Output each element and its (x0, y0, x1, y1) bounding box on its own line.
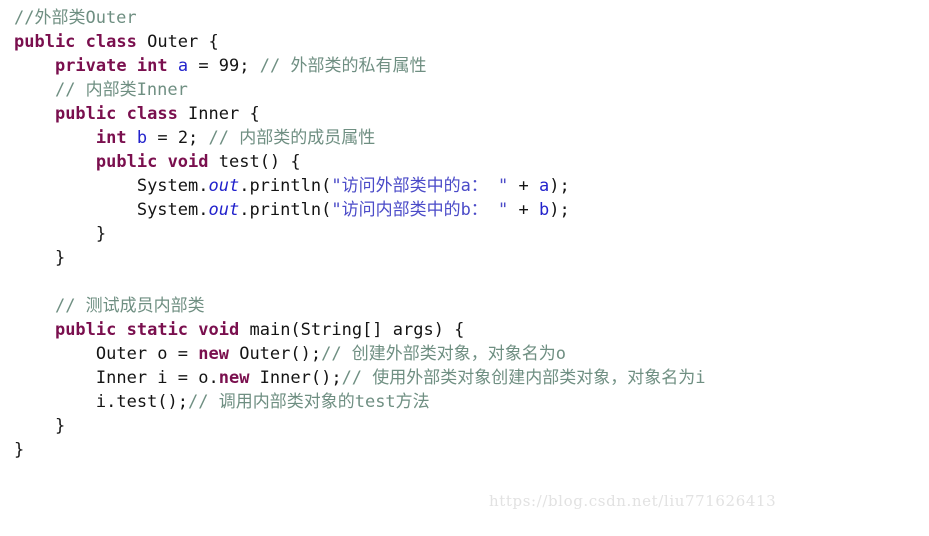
code-token-plain: } (95, 224, 107, 244)
code-line: } (14, 246, 706, 270)
code-token-kw: private (54, 56, 127, 76)
code-line: int b = 2; // 内部类的成员属性 (14, 126, 706, 150)
code-token-kw: void (167, 152, 209, 172)
code-line: } (14, 222, 706, 246)
code-line: System.out.println("访问外部类中的a： " + a); (14, 174, 706, 198)
code-line: public static void main(String[] args) { (14, 318, 706, 342)
code-line: } (14, 414, 706, 438)
code-line: //外部类Outer (14, 6, 706, 30)
code-token-plain: = 2; (147, 128, 209, 148)
code-token-plain: } (54, 248, 66, 268)
code-token-cmt: // 使用外部类对象创建内部类对象，对象名为i (341, 368, 706, 388)
code-token-cmt: // 内部类的成员属性 (208, 128, 376, 148)
code-token-plain: Inner i = o. (95, 368, 219, 388)
code-token-str: "访问内部类中的b： " (331, 200, 509, 220)
code-token-kw: void (198, 320, 240, 340)
code-token-plain: ); (549, 176, 570, 196)
code-token-plain: + (508, 200, 539, 220)
code-token-plain: test() { (208, 152, 301, 172)
watermark-url: https://blog.csdn.net/liu771626413 (489, 492, 777, 510)
code-token-kw: public (54, 320, 117, 340)
code-token-plain: } (14, 440, 25, 460)
code-token-plain: + (508, 176, 539, 196)
code-line: System.out.println("访问内部类中的b： " + b); (14, 198, 706, 222)
code-token-cmt: // 测试成员内部类 (54, 296, 205, 316)
code-token-kw: public (14, 32, 76, 52)
code-token-var: a (177, 56, 189, 76)
code-line: public class Outer { (14, 30, 706, 54)
code-token-plain: System. (136, 176, 209, 196)
code-token-var: b (539, 200, 550, 220)
code-token-kw: int (136, 56, 168, 76)
code-token-cmt: // 创建外部类对象，对象名为o (321, 344, 567, 364)
code-listing[interactable]: //外部类Outer public class Outer { private i… (14, 6, 706, 462)
code-token-plain: Inner(); (249, 368, 342, 388)
code-token-kw: class (126, 104, 178, 124)
code-line: Outer o = new Outer();// 创建外部类对象，对象名为o (14, 342, 706, 366)
code-token-kw: class (85, 32, 137, 52)
code-token-cmt: // 调用内部类对象的test方法 (188, 392, 430, 412)
code-token-kw: static (126, 320, 189, 340)
code-token-plain: main(String[] args) { (239, 320, 465, 340)
code-token-plain: Outer(); (228, 344, 322, 364)
code-token-plain: .println( (239, 200, 332, 220)
code-token-plain: Outer o = (95, 344, 199, 364)
code-token-kw: public (95, 152, 158, 172)
code-token-kw: new (198, 344, 229, 364)
code-token-plain: .println( (239, 176, 332, 196)
code-token-plain: } (54, 416, 66, 436)
code-token-plain: i.test(); (95, 392, 189, 412)
code-token-var: a (539, 176, 550, 196)
code-line: public void test() { (14, 150, 706, 174)
code-token-plain: System. (136, 200, 209, 220)
code-token-plain: = 99; (188, 56, 260, 76)
code-line: Inner i = o.new Inner();// 使用外部类对象创建内部类对… (14, 366, 706, 390)
code-token-fld: out (208, 176, 240, 196)
code-line: i.test();// 调用内部类对象的test方法 (14, 390, 706, 414)
code-token-cmt: // 内部类Inner (54, 80, 188, 100)
code-line: // 内部类Inner (14, 78, 706, 102)
code-token-kw: public (54, 104, 117, 124)
code-token-cmt: //外部类Outer (14, 8, 137, 28)
code-token-kw: int (95, 128, 127, 148)
code-line: private int a = 99; // 外部类的私有属性 (14, 54, 706, 78)
code-token-plain: Inner { (177, 104, 260, 124)
code-token-plain: ); (549, 200, 570, 220)
code-token-plain: Outer { (136, 32, 219, 52)
code-token-str: "访问外部类中的a： " (331, 176, 509, 196)
code-line: } (14, 438, 706, 462)
code-token-cmt: // 外部类的私有属性 (259, 56, 427, 76)
code-token-var: b (136, 128, 148, 148)
code-line: // 测试成员内部类 (14, 294, 706, 318)
code-line: public class Inner { (14, 102, 706, 126)
code-token-kw: new (218, 368, 250, 388)
code-token-fld: out (208, 200, 240, 220)
